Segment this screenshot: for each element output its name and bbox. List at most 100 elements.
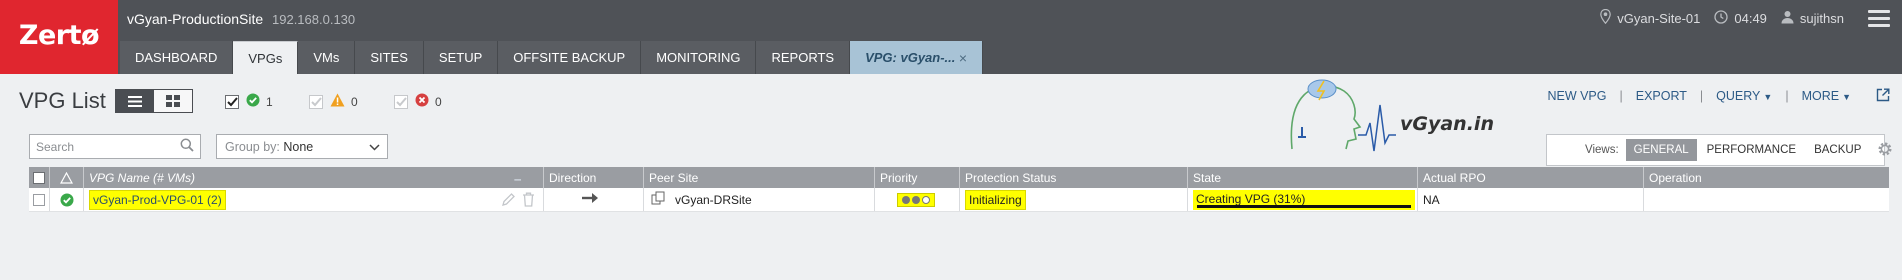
chevron-down-icon xyxy=(369,140,380,154)
row-protection-status-cell: Initializing xyxy=(960,188,1188,211)
checkmark-icon xyxy=(310,96,322,106)
zerto-logo[interactable]: Zertø xyxy=(0,0,118,74)
tab-vpg-detail[interactable]: VPG: vGyan-... × xyxy=(850,41,984,74)
direction-arrow-icon xyxy=(582,192,600,207)
hamburger-menu-icon[interactable] xyxy=(1868,10,1890,27)
column-header-name[interactable]: VPG Name (# VMs) ‒ xyxy=(84,167,544,188)
user-icon xyxy=(1781,10,1794,27)
view-toggle xyxy=(115,89,193,113)
site-location-label: vGyan-Site-01 xyxy=(1617,10,1701,26)
clock-icon xyxy=(1714,9,1729,27)
tab-vms[interactable]: VMs xyxy=(298,41,356,74)
tile-view-button[interactable] xyxy=(154,90,192,112)
peer-site-icon xyxy=(651,191,665,208)
view-performance-button[interactable]: PERFORMANCE xyxy=(1699,139,1804,161)
column-header-operation[interactable]: Operation xyxy=(1644,167,1889,188)
filter-warning-checkbox[interactable] xyxy=(309,94,323,109)
list-view-button[interactable] xyxy=(116,90,154,112)
row-name-cell: vGyan-Prod-VPG-01 (2) xyxy=(84,188,544,211)
select-all-checkbox[interactable] xyxy=(33,171,45,184)
alert-triangle-icon xyxy=(60,171,73,184)
gear-icon[interactable] xyxy=(1877,141,1893,160)
clock-time: 04:49 xyxy=(1734,10,1767,26)
row-peer-site-cell: vGyan-DRSite xyxy=(644,188,875,211)
tab-reports[interactable]: REPORTS xyxy=(756,41,851,74)
new-vpg-link[interactable]: NEW VPG xyxy=(1547,89,1606,103)
filter-error-count: 0 xyxy=(435,94,442,109)
close-tab-icon[interactable]: × xyxy=(959,50,967,66)
search-placeholder: Search xyxy=(36,139,75,154)
column-header-priority[interactable]: Priority xyxy=(875,167,960,188)
site-name: vGyan-ProductionSite xyxy=(127,11,264,27)
tab-monitoring[interactable]: MONITORING xyxy=(641,41,757,74)
status-column-header[interactable] xyxy=(50,167,84,188)
status-area: vGyan-Site-01 04:49 sujithsn xyxy=(1586,8,1844,27)
vpg-table: VPG Name (# VMs) ‒ Direction Peer Site P… xyxy=(29,167,1889,212)
search-input[interactable]: Search xyxy=(29,134,201,159)
column-header-state[interactable]: State xyxy=(1188,167,1418,188)
tab-vpgs[interactable]: VPGs xyxy=(233,41,299,74)
tab-setup[interactable]: SETUP xyxy=(423,41,499,74)
column-header-actual-rpo[interactable]: Actual RPO xyxy=(1418,167,1644,188)
list-actions: NEW VPG | EXPORT | QUERY ▼ | MORE ▼ xyxy=(1547,89,1851,103)
select-all-cell xyxy=(29,167,50,188)
ok-status-icon xyxy=(246,93,260,110)
checkmark-icon xyxy=(226,96,238,106)
priority-indicator xyxy=(897,192,935,207)
view-backup-button[interactable]: BACKUP xyxy=(1806,139,1869,161)
list-icon xyxy=(128,95,142,107)
grid-icon xyxy=(166,95,180,107)
collapse-icon[interactable]: ‒ xyxy=(514,172,521,186)
tab-offsite-backup[interactable]: OFFSITE BACKUP xyxy=(498,41,642,74)
tab-vpg-detail-label: VPG: vGyan-... xyxy=(865,50,956,65)
state-progress-bar xyxy=(1197,204,1411,208)
user-name: sujithsn xyxy=(1799,10,1844,26)
groupby-select[interactable]: Group by: None xyxy=(216,134,388,159)
table-row[interactable]: vGyan-Prod-VPG-01 (2) vGyan-DRSite Initi… xyxy=(29,188,1889,212)
column-header-protection-status[interactable]: Protection Status xyxy=(960,167,1188,188)
caret-down-icon: ▼ xyxy=(1842,92,1851,102)
filter-ok-count: 1 xyxy=(266,94,273,109)
export-link[interactable]: EXPORT xyxy=(1636,89,1687,103)
filter-error: 0 xyxy=(394,93,442,110)
user-menu[interactable]: sujithsn xyxy=(1781,10,1844,27)
filter-ok: 1 xyxy=(225,93,273,110)
query-dropdown[interactable]: QUERY ▼ xyxy=(1716,89,1772,103)
popout-icon[interactable] xyxy=(1876,88,1890,105)
state-progress: Creating VPG (31%) xyxy=(1193,189,1415,210)
row-priority-cell xyxy=(875,188,960,211)
groupby-value: None xyxy=(283,139,314,154)
page-title: VPG List xyxy=(19,88,106,113)
main-tabs: DASHBOARD VPGs VMs SITES SETUP OFFSITE B… xyxy=(120,41,984,74)
edit-pencil-icon[interactable] xyxy=(502,193,515,209)
column-header-direction[interactable]: Direction xyxy=(544,167,644,188)
search-icon[interactable] xyxy=(180,138,194,155)
tab-sites[interactable]: SITES xyxy=(355,41,424,74)
main-content: VPG List 1 0 0 vGyan.in NEW VPG | EXPORT… xyxy=(0,74,1902,280)
ok-status-icon xyxy=(60,193,73,206)
vpg-name-link[interactable]: vGyan-Prod-VPG-01 (2) xyxy=(89,189,226,210)
clock: 04:49 xyxy=(1714,9,1767,27)
more-dropdown[interactable]: MORE ▼ xyxy=(1802,89,1851,103)
view-general-button[interactable]: GENERAL xyxy=(1625,139,1697,161)
site-location[interactable]: vGyan-Site-01 xyxy=(1600,8,1701,27)
table-header: VPG Name (# VMs) ‒ Direction Peer Site P… xyxy=(29,167,1889,188)
filter-warning: 0 xyxy=(309,93,358,110)
filter-error-checkbox[interactable] xyxy=(394,94,408,109)
column-header-peer-site[interactable]: Peer Site xyxy=(644,167,875,188)
row-status-cell xyxy=(50,188,84,211)
warning-status-icon xyxy=(330,93,345,110)
watermark-text: vGyan.in xyxy=(1400,113,1494,135)
groupby-label: Group by: xyxy=(225,139,280,154)
filter-warning-count: 0 xyxy=(351,94,358,109)
tab-dashboard[interactable]: DASHBOARD xyxy=(120,41,234,74)
checkmark-icon xyxy=(395,96,407,106)
delete-trash-icon[interactable] xyxy=(522,192,535,210)
protection-status-value: Initializing xyxy=(965,189,1026,210)
row-direction-cell xyxy=(544,188,644,211)
row-select-checkbox[interactable] xyxy=(33,193,45,206)
vgyan-watermark: vGyan.in xyxy=(1262,67,1494,162)
site-ip: 192.168.0.130 xyxy=(272,12,356,27)
views-selector: Views: GENERAL PERFORMANCE BACKUP xyxy=(1546,134,1892,166)
filter-ok-checkbox[interactable] xyxy=(225,94,239,109)
